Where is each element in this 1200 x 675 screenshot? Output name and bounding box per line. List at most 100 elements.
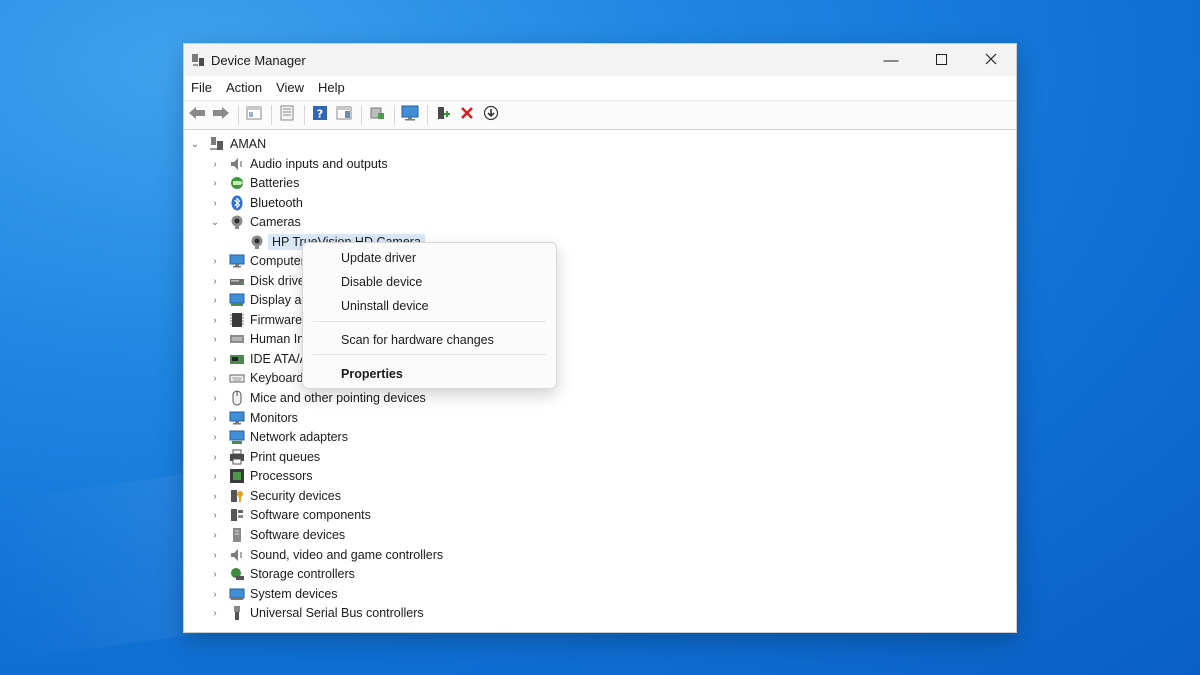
tree-category-processors[interactable]: › Processors [210, 466, 313, 486]
tree-category-storage[interactable]: › Storage controllers [210, 564, 355, 584]
tree-category-label: Keyboards [250, 371, 310, 385]
update-driver-toolbar-button[interactable] [366, 104, 388, 126]
chevron-right-icon[interactable]: › [210, 198, 220, 209]
tree-category-audio[interactable]: › Audio inputs and outputs [210, 154, 387, 174]
window-controls: — [866, 44, 1016, 76]
uninstall-toolbar-button[interactable] [456, 104, 478, 126]
minimize-button[interactable]: — [866, 44, 916, 76]
chevron-right-icon[interactable]: › [210, 471, 220, 482]
tree-category-label: Processors [250, 469, 313, 483]
show-hide-console-tree-button[interactable] [243, 104, 265, 126]
chevron-right-icon[interactable]: › [210, 354, 220, 365]
display-adapter-icon [229, 292, 245, 308]
update-driver-icon [369, 105, 385, 126]
tree-category-computer[interactable]: › Computer [210, 251, 305, 271]
tree-category-label: Universal Serial Bus controllers [250, 606, 424, 620]
help-toolbar-button[interactable]: ? [309, 104, 331, 126]
tree-category-firmware[interactable]: › Firmware [210, 310, 302, 330]
chevron-right-icon[interactable]: › [210, 178, 220, 189]
action-pane-button[interactable] [333, 104, 355, 126]
tree-category-keyboards[interactable]: › Keyboards [210, 368, 310, 388]
console-tree-icon [246, 105, 262, 126]
maximize-button[interactable] [916, 44, 966, 76]
hid-icon [229, 331, 245, 347]
tree-category-label: Sound, video and game controllers [250, 548, 444, 562]
forward-button[interactable] [210, 104, 232, 126]
uninstall-device-menu-item[interactable]: Uninstall device [341, 299, 429, 313]
tree-category-print-queues[interactable]: › Print queues [210, 447, 320, 467]
enable-device-toolbar-button[interactable] [480, 104, 502, 126]
toolbar: ? [184, 101, 1016, 130]
tree-category-mice[interactable]: › Mice and other pointing devices [210, 388, 426, 408]
menu-separator [313, 354, 546, 355]
tree-category-label: Bluetooth [250, 196, 303, 210]
tree-root-row[interactable]: ⌄ AMAN [190, 134, 266, 154]
update-driver-menu-item[interactable]: Update driver [341, 251, 416, 265]
chevron-right-icon[interactable]: › [210, 334, 220, 345]
webcam-icon [229, 214, 245, 230]
disable-device-menu-item[interactable]: Disable device [341, 275, 422, 289]
chevron-right-icon[interactable]: › [210, 373, 220, 384]
chevron-right-icon[interactable]: › [210, 393, 220, 404]
scan-hardware-toolbar-button[interactable] [399, 104, 421, 126]
disk-drive-icon [229, 273, 245, 289]
tree-category-usb[interactable]: › Universal Serial Bus controllers [210, 603, 424, 623]
tree-category-software-components[interactable]: › Software components [210, 505, 371, 525]
add-device-icon [435, 105, 451, 126]
tree-category-label: Batteries [250, 176, 300, 190]
tree-category-security[interactable]: › Security devices [210, 486, 341, 506]
maximize-icon [935, 52, 947, 69]
menu-action[interactable]: Action [219, 76, 269, 100]
back-button[interactable] [186, 104, 208, 126]
chevron-right-icon[interactable]: › [210, 589, 220, 600]
chevron-right-icon[interactable]: › [210, 256, 220, 267]
action-pane-icon [336, 105, 352, 126]
menu-bar: File Action View Help [184, 76, 1016, 101]
scan-hardware-menu-item[interactable]: Scan for hardware changes [341, 333, 494, 347]
chevron-right-icon[interactable]: › [210, 569, 220, 580]
close-button[interactable] [966, 44, 1016, 76]
chevron-right-icon[interactable]: › [210, 608, 220, 619]
chevron-down-icon[interactable]: ⌄ [190, 139, 200, 150]
svg-text:?: ? [317, 107, 323, 120]
tree-category-system[interactable]: › System devices [210, 584, 337, 604]
monitor-scan-icon [401, 105, 419, 126]
tree-category-label: Monitors [250, 411, 298, 425]
tree-category-label: Software components [250, 508, 371, 522]
minimize-icon: — [883, 51, 899, 69]
tree-category-bluetooth[interactable]: › Bluetooth [210, 193, 303, 213]
tree-category-label: Computer [250, 254, 305, 268]
chevron-right-icon[interactable]: › [210, 413, 220, 424]
storage-controller-icon [229, 566, 245, 582]
add-legacy-hardware-button[interactable] [432, 104, 454, 126]
tree-category-monitors[interactable]: › Monitors [210, 408, 298, 428]
tree-category-disk-drives[interactable]: › Disk drives [210, 271, 311, 291]
properties-toolbar-button[interactable] [276, 104, 298, 126]
back-arrow-icon [188, 106, 206, 125]
chevron-down-icon[interactable]: ⌄ [210, 217, 220, 228]
toolbar-separator [394, 105, 395, 125]
chevron-right-icon[interactable]: › [210, 491, 220, 502]
tree-category-cameras[interactable]: ⌄ Cameras [210, 212, 301, 232]
printer-icon [229, 449, 245, 465]
device-manager-app-icon [191, 53, 205, 67]
menu-help[interactable]: Help [311, 76, 352, 100]
chevron-right-icon[interactable]: › [210, 159, 220, 170]
menu-view[interactable]: View [269, 76, 311, 100]
tree-category-sound-video[interactable]: › Sound, video and game controllers [210, 545, 443, 565]
mouse-icon [229, 390, 245, 406]
chevron-right-icon[interactable]: › [210, 452, 220, 463]
chevron-right-icon[interactable]: › [210, 276, 220, 287]
menu-file[interactable]: File [184, 76, 219, 100]
tree-category-network[interactable]: › Network adapters [210, 427, 348, 447]
properties-menu-item[interactable]: Properties [341, 367, 403, 381]
chevron-right-icon[interactable]: › [210, 295, 220, 306]
system-devices-icon [229, 586, 245, 602]
chevron-right-icon[interactable]: › [210, 432, 220, 443]
chevron-right-icon[interactable]: › [210, 315, 220, 326]
chevron-right-icon[interactable]: › [210, 530, 220, 541]
tree-category-batteries[interactable]: › Batteries [210, 173, 299, 193]
tree-category-software-devices[interactable]: › Software devices [210, 525, 345, 545]
chevron-right-icon[interactable]: › [210, 550, 220, 561]
chevron-right-icon[interactable]: › [210, 510, 220, 521]
